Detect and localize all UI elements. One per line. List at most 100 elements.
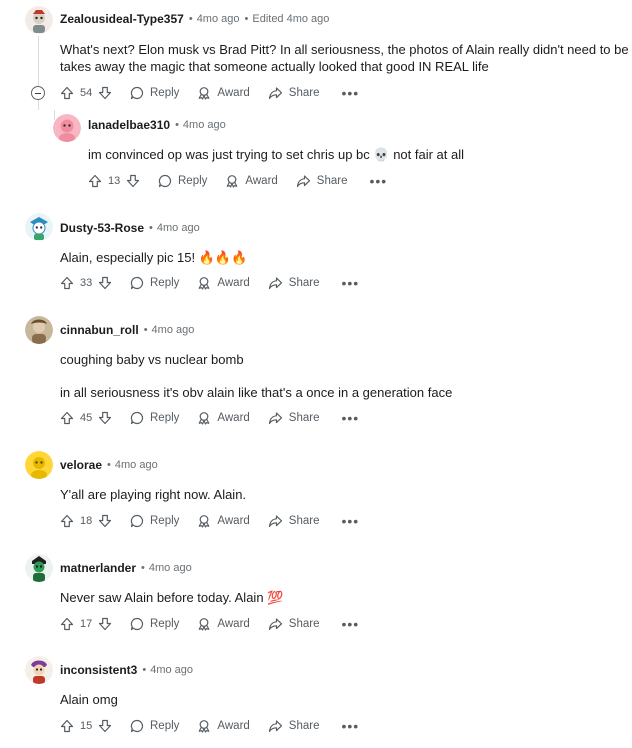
reply-icon [130, 276, 144, 290]
share-label: Share [288, 87, 320, 99]
downvote-icon[interactable] [98, 411, 112, 425]
reply-icon [130, 411, 144, 425]
separator-dot: • [244, 13, 249, 25]
timestamp[interactable]: 4mo ago [157, 222, 200, 234]
more-options-button[interactable]: ••• [341, 411, 359, 425]
reply-icon [130, 617, 144, 631]
share-button[interactable]: Share [268, 411, 319, 425]
share-button[interactable]: Share [268, 276, 319, 290]
award-button[interactable]: Award [197, 276, 250, 290]
timestamp[interactable]: 4mo ago [149, 562, 192, 574]
award-button[interactable]: Award [197, 514, 250, 528]
comment-body: Alain omg [60, 692, 118, 707]
share-button[interactable]: Share [268, 617, 319, 631]
reply-button[interactable]: Reply [130, 617, 179, 631]
upvote-icon[interactable] [60, 617, 74, 631]
timestamp[interactable]: 4mo ago [183, 119, 226, 131]
avatar[interactable] [25, 554, 53, 582]
upvote-icon[interactable] [60, 86, 74, 100]
award-button[interactable]: Award [197, 719, 250, 733]
username[interactable]: cinnabun_roll [60, 323, 139, 337]
award-button[interactable]: Award [197, 617, 250, 631]
downvote-icon[interactable] [98, 514, 112, 528]
reply-icon [158, 174, 172, 188]
comment-meta: Dusty-53-Rose • 4mo ago [60, 219, 200, 237]
upvote-icon[interactable] [60, 276, 74, 290]
more-options-button[interactable]: ••• [341, 617, 359, 631]
upvote-icon[interactable] [60, 514, 74, 528]
avatar[interactable] [53, 114, 81, 142]
vote-score: 18 [80, 515, 93, 527]
reply-button[interactable]: Reply [130, 719, 179, 733]
timestamp[interactable]: 4mo ago [197, 13, 240, 25]
downvote-icon[interactable] [126, 174, 140, 188]
award-button[interactable]: Award [197, 86, 250, 100]
vote-score: 17 [80, 618, 93, 630]
vote-group: 18 [60, 514, 112, 528]
share-button[interactable]: Share [296, 174, 347, 188]
award-label: Award [217, 618, 250, 630]
username[interactable]: matnerlander [60, 561, 136, 575]
vote-score: 45 [80, 412, 93, 424]
comment-body: im convinced op was just trying to set c… [88, 147, 465, 162]
reply-label: Reply [178, 175, 208, 187]
share-label: Share [288, 515, 320, 527]
vote-score: 15 [80, 720, 93, 732]
username[interactable]: velorae [60, 458, 102, 472]
vote-group: 13 [88, 174, 140, 188]
timestamp[interactable]: 4mo ago [150, 664, 193, 676]
share-icon [268, 720, 282, 733]
reply-button[interactable]: Reply [158, 174, 207, 188]
avatar[interactable] [25, 316, 53, 344]
share-icon [268, 87, 282, 100]
timestamp[interactable]: 4mo ago [115, 459, 158, 471]
award-icon [199, 87, 210, 100]
reply-button[interactable]: Reply [130, 86, 179, 100]
comment-actions: 33 Reply Award Share ••• [60, 272, 359, 294]
downvote-icon[interactable] [98, 719, 112, 733]
vote-score: 33 [80, 277, 93, 289]
avatar[interactable] [25, 213, 53, 241]
reply-button[interactable]: Reply [130, 411, 179, 425]
more-options-button[interactable]: ••• [369, 174, 387, 188]
award-icon [199, 412, 210, 425]
upvote-icon[interactable] [60, 411, 74, 425]
upvote-icon[interactable] [60, 719, 74, 733]
upvote-icon[interactable] [88, 174, 102, 188]
reply-button[interactable]: Reply [130, 514, 179, 528]
share-button[interactable]: Share [268, 86, 320, 100]
collapse-icon[interactable] [31, 86, 45, 100]
username[interactable]: lanadelbae310 [88, 118, 170, 132]
share-button[interactable]: Share [268, 514, 320, 528]
more-options-button[interactable]: ••• [341, 719, 359, 733]
award-label: Award [217, 515, 250, 527]
downvote-icon[interactable] [98, 617, 112, 631]
avatar[interactable] [25, 451, 53, 479]
vote-group: 15 [60, 719, 112, 733]
award-label: Award [217, 277, 250, 289]
username[interactable]: inconsistent3 [60, 663, 137, 677]
avatar[interactable] [25, 656, 53, 684]
downvote-icon[interactable] [98, 86, 112, 100]
avatar[interactable] [25, 6, 53, 34]
comment-actions: 17 Reply Award Share ••• [60, 613, 359, 635]
reply-button[interactable]: Reply [130, 276, 179, 290]
award-icon [227, 175, 238, 188]
award-icon [199, 277, 210, 290]
separator-dot: • [188, 13, 193, 25]
more-options-button[interactable]: ••• [341, 86, 359, 100]
downvote-icon[interactable] [98, 276, 112, 290]
share-button[interactable]: Share [268, 719, 319, 733]
award-button[interactable]: Award [225, 174, 278, 188]
more-options-button[interactable]: ••• [341, 276, 359, 290]
username[interactable]: Dusty-53-Rose [60, 221, 144, 235]
timestamp[interactable]: 4mo ago [152, 324, 195, 336]
comment-body-line-1: coughing baby vs nuclear bomb [60, 352, 244, 367]
comment-meta: lanadelbae310 • 4mo ago [88, 116, 226, 134]
username[interactable]: Zealousideal-Type357 [60, 12, 184, 26]
more-options-button[interactable]: ••• [341, 514, 359, 528]
comment-body-line-1: What's next? Elon musk vs Brad Pitt? In … [60, 42, 632, 57]
reply-label: Reply [150, 412, 180, 424]
award-button[interactable]: Award [197, 411, 250, 425]
thread-line [38, 36, 39, 86]
